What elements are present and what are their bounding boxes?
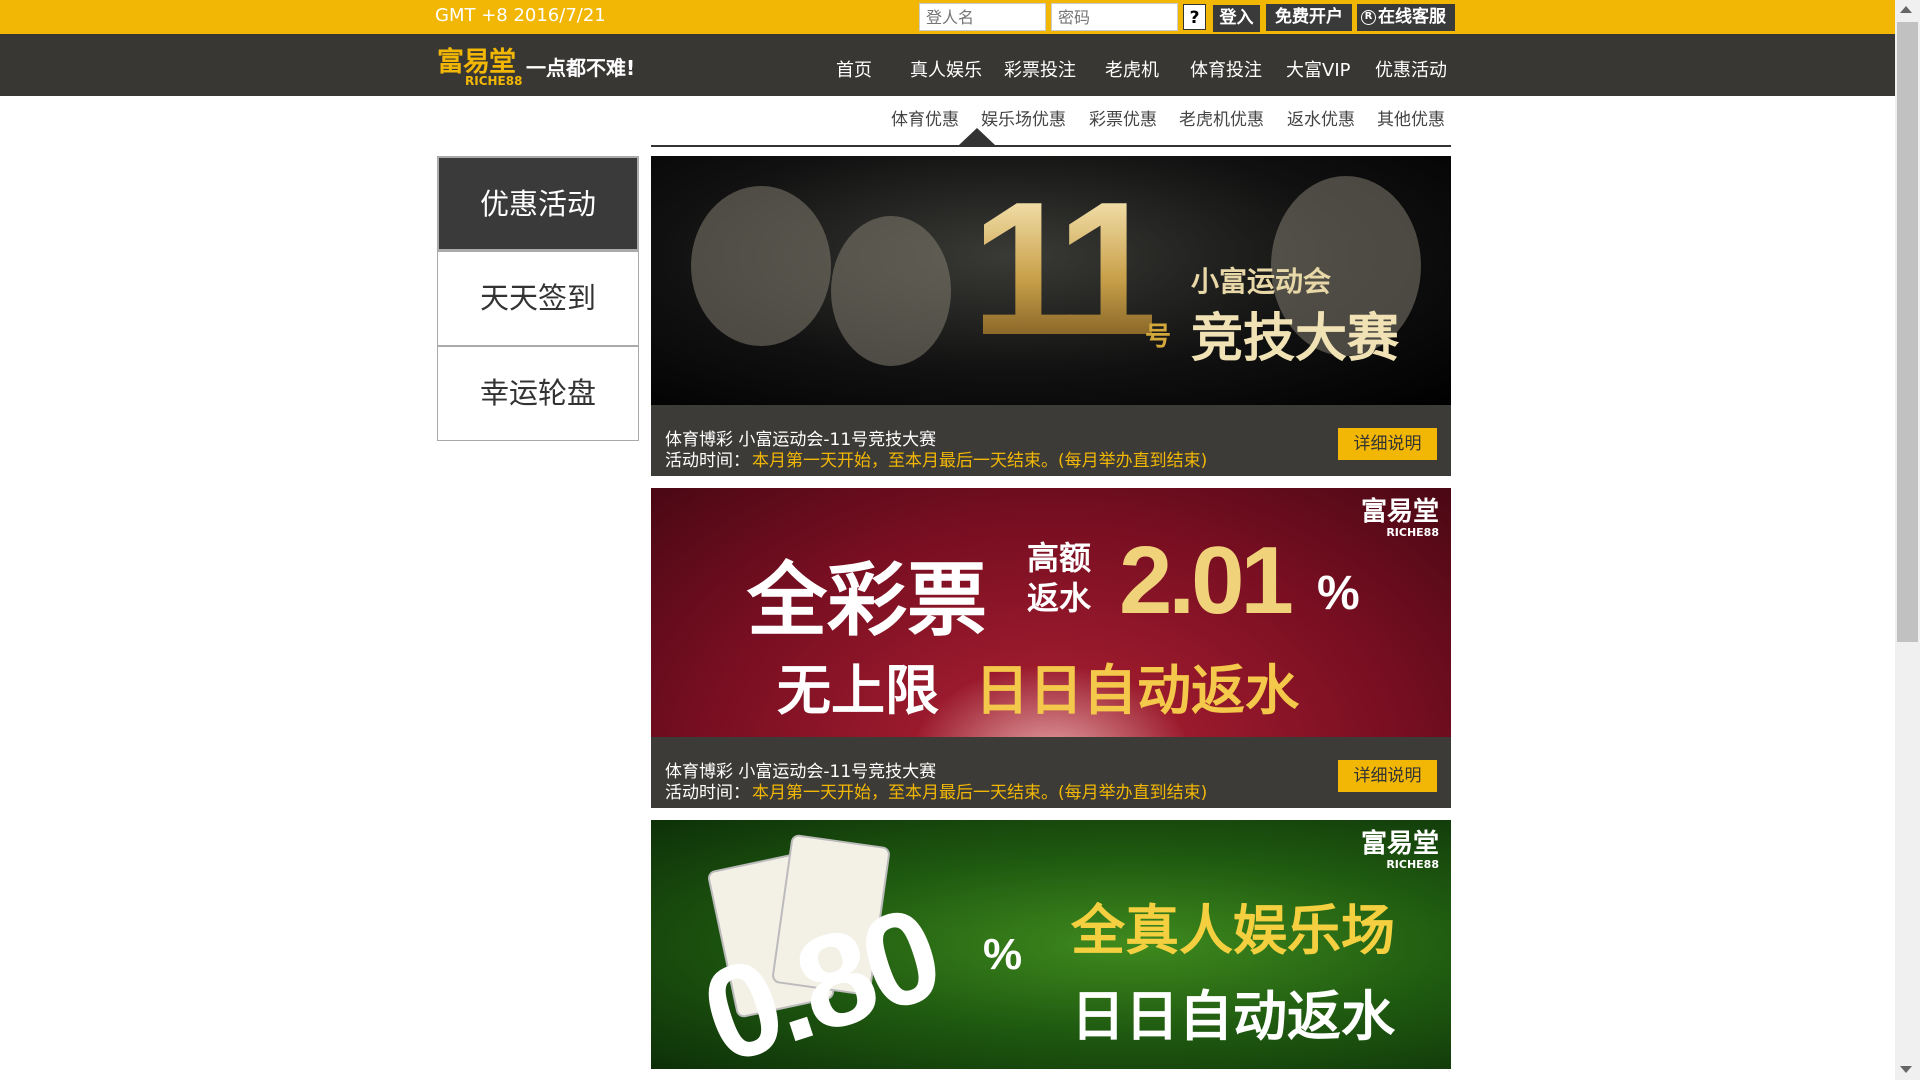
banner-rate: 2.01 [1119,527,1294,634]
logo-subtext: RICHE88 [465,74,523,88]
promo-info-bar: 体育博彩 小富运动会-11号竞技大赛 活动时间： 本月第一天开始，至本月最后一天… [651,405,1451,476]
banner-title: 全彩票 [747,554,987,647]
scrollbar-thumb[interactable] [1897,22,1918,642]
banner-tag-line2: 返水 [1027,579,1092,617]
banner-tag-line1: 高额 [1027,539,1092,577]
promo-banner-sports[interactable]: 11 号 小富运动会 竞技大赛 [651,156,1451,405]
nav-slots[interactable]: 老虎机 [1105,56,1159,82]
help-button[interactable]: ? [1183,4,1206,30]
gmt-date: GMT +8 2016/7/21 [435,5,606,26]
banner-brand-name: 富易堂 [1360,829,1439,859]
banner-title: 竞技大赛 [1191,309,1400,369]
online-service-label: 在线客服 [1378,7,1446,27]
promo-card-3: 0.80 % 全真人娱乐场 日日自动返水 富易堂 RICHE88 [651,820,1451,1080]
sidebar-item-daily-checkin[interactable]: 天天签到 [437,251,639,346]
banner-brand-sub: RICHE88 [1386,526,1439,539]
banner-number: 11 [971,163,1162,375]
promo-time: 本月第一天开始，至本月最后一天结束。(每月举办直到结束) [752,451,1208,471]
subtab-sports[interactable]: 体育优惠 [891,105,959,130]
nav-lottery[interactable]: 彩票投注 [1004,56,1076,82]
sidebar-item-lucky-wheel[interactable]: 幸运轮盘 [437,346,639,441]
banner-brand-logo: 富易堂 RICHE88 [1361,498,1439,539]
nav-home[interactable]: 首页 [836,56,872,82]
subtab-casino[interactable]: 娱乐场优惠 [981,105,1066,130]
banner-brand-name: 富易堂 [1360,497,1439,527]
banner-rate-percent: % [983,930,1023,979]
promo-time-label: 活动时间： [665,783,750,803]
promo-time-label: 活动时间： [665,451,750,471]
banner-subtitle: 日日自动返水 [1071,985,1395,1048]
banner-line-white: 无上限 [777,659,939,722]
promo-card-2: 全彩票 高额 返水 2.01 % 无上限 日日自动返水 富易堂 RICHE88 … [651,488,1451,808]
subtab-rebate[interactable]: 返水优惠 [1287,105,1355,130]
banner-title: 全真人娱乐场 [1071,899,1395,962]
promo-info-bar: 体育博彩 小富运动会-11号竞技大赛 活动时间： 本月第一天开始，至本月最后一天… [651,737,1451,808]
password-input[interactable] [1051,3,1178,31]
brand-logo[interactable]: 富易堂 RICHE88 [437,40,522,90]
banner-rate-percent: % [1317,567,1360,620]
banner-brand-logo: 富易堂 RICHE88 [1361,830,1439,871]
subtab-slots[interactable]: 老虎机优惠 [1179,105,1264,130]
banner-brand-sub: RICHE88 [1386,858,1439,871]
username-input[interactable] [919,3,1046,31]
promo-banner-lottery[interactable]: 全彩票 高额 返水 2.01 % 无上限 日日自动返水 富易堂 RICHE88 [651,488,1451,737]
scroll-up-arrow-icon[interactable] [1900,6,1912,13]
banner-number-suffix: 号 [1145,322,1172,352]
nav-promotions[interactable]: 优惠活动 [1375,56,1447,82]
subtab-lottery[interactable]: 彩票优惠 [1089,105,1157,130]
details-button[interactable]: 详细说明 [1338,428,1437,460]
register-button[interactable]: 免费开户 [1266,4,1352,31]
banner-line-gold: 日日自动返水 [975,659,1299,722]
subtab-divider [651,145,1451,147]
promo-card-1: 11 号 小富运动会 竞技大赛 体育博彩 小富运动会-11号竞技大赛 活动时间：… [651,156,1451,476]
registered-icon: R [1361,9,1376,25]
details-button[interactable]: 详细说明 [1338,760,1437,792]
active-tab-indicator [959,128,995,145]
online-service-button[interactable]: R 在线客服 [1357,4,1455,31]
subtab-other[interactable]: 其他优惠 [1377,105,1445,130]
scroll-down-arrow-icon[interactable] [1900,1066,1912,1073]
nav-sports[interactable]: 体育投注 [1190,56,1262,82]
sidebar-item-promotions[interactable]: 优惠活动 [437,156,639,251]
banner-tag: 高额 返水 [1027,538,1091,618]
banner-subtitle: 小富运动会 [1191,265,1332,298]
nav-vip[interactable]: 大富VIP [1286,56,1350,82]
promo-banner-live-casino[interactable]: 0.80 % 全真人娱乐场 日日自动返水 富易堂 RICHE88 [651,820,1451,1069]
promo-time: 本月第一天开始，至本月最后一天结束。(每月举办直到结束) [752,783,1208,803]
brand-slogan: 一点都不难! [526,56,636,80]
login-button[interactable]: 登入 [1213,5,1260,32]
nav-live-casino[interactable]: 真人娱乐 [910,56,982,82]
